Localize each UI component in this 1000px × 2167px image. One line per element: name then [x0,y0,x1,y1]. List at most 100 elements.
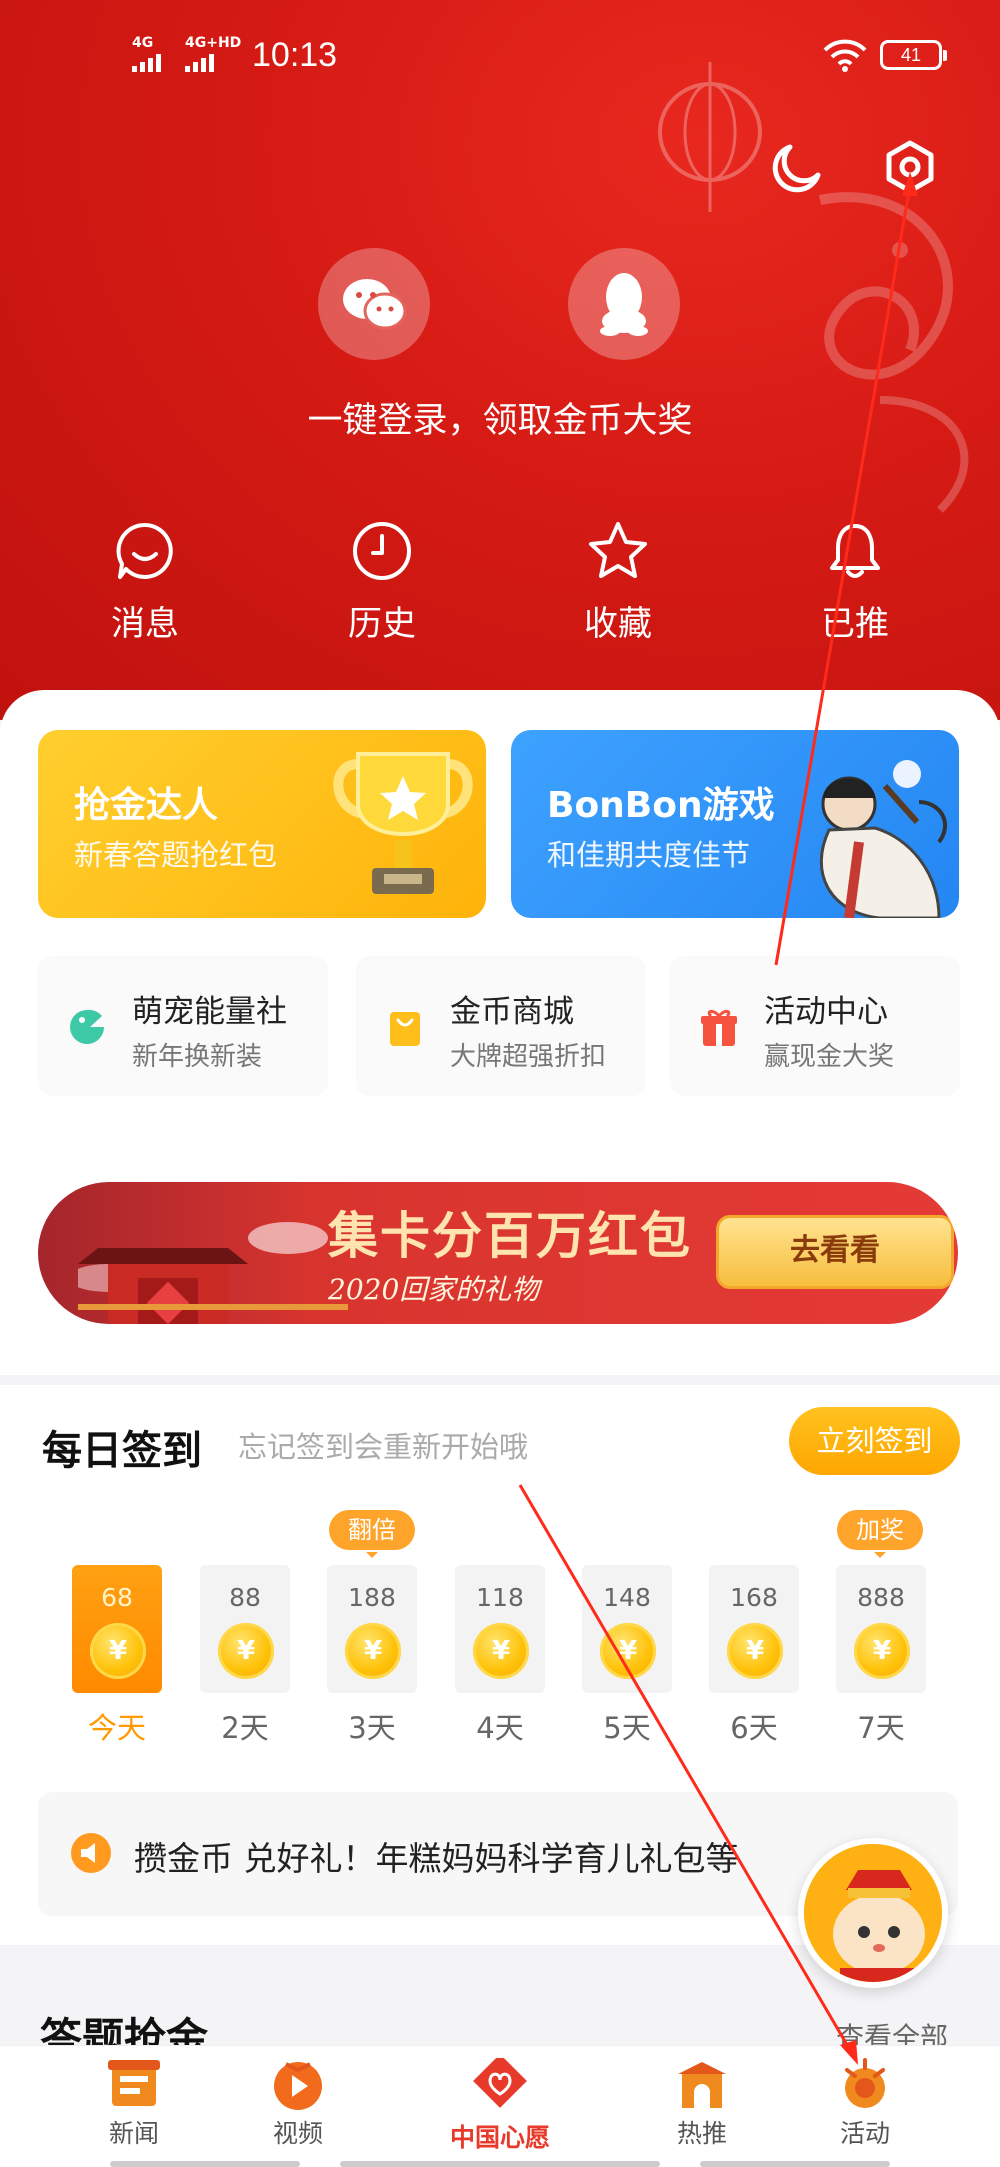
quick-link-messages[interactable]: 消息 [65,520,225,645]
card-banner-button[interactable]: 去看看 [716,1215,954,1289]
banner-title: 抢金达人 [74,785,219,826]
coin-icon: ¥ [90,1623,146,1679]
double-tag: 翻倍 [329,1510,415,1558]
coin-icon: ¥ [218,1623,274,1679]
login-prompt[interactable]: 一键登录，领取金币大奖 [0,392,1000,443]
tab-activity[interactable]: 活动 [795,2058,935,2150]
character-illustration [819,760,947,918]
signin-day-5[interactable]: 148 ¥ [582,1565,672,1693]
qq-login-button[interactable] [568,248,680,360]
wechat-login-button[interactable] [318,248,430,360]
signin-day-6[interactable]: 168 ¥ [709,1565,799,1693]
tab-label: 视频 [272,2119,323,2148]
temple-illustration [78,1222,348,1324]
quick-link-label: 已推 [821,604,889,644]
mini-entry-subtitle: 大牌超强折扣 [450,1042,607,1072]
quick-link-label: 消息 [111,604,179,644]
signin-day-1[interactable]: 68 ¥ [72,1565,162,1693]
signin-subtitle: 忘记签到会重新开始哦 [238,1430,529,1464]
quick-link-favorites[interactable]: 收藏 [538,520,698,645]
day-amount: 118 [476,1583,524,1612]
bonus-tag: 加奖 [837,1510,923,1558]
mini-entry-pet-club[interactable]: 萌宠能量社 新年换新装 [38,956,328,1096]
mini-entry-title: 金币商城 [450,994,574,1030]
gate-icon [678,2062,726,2108]
quick-link-pushed[interactable]: 已推 [775,520,935,645]
quick-link-history[interactable]: 历史 [302,520,462,645]
mini-entry-title: 活动中心 [764,994,888,1030]
card-collection-banner[interactable]: 集卡分百万红包 2020回家的礼物 去看看 [38,1182,958,1324]
rat-decoration [819,192,969,513]
day-amount: 68 [101,1583,133,1612]
day-amount: 188 [348,1583,396,1612]
mini-entry-subtitle: 赢现金大奖 [764,1042,895,1072]
news-icon [108,2060,160,2106]
tab-label: 活动 [839,2119,890,2148]
day-label: 6天 [730,1711,778,1745]
signin-title: 每日签到 [42,1428,202,1474]
coin-icon: ¥ [473,1623,529,1679]
banner-subtitle: 和佳期共度佳节 [547,838,751,872]
tab-news[interactable]: 新闻 [64,2058,204,2150]
signal-icon [132,54,161,72]
wifi-icon [823,39,867,72]
gift-icon [701,1009,737,1046]
coin-icon: ¥ [854,1623,910,1679]
signin-day-3[interactable]: 188 ¥ [327,1565,417,1693]
wechat-icon [343,279,407,330]
coin-icon: ¥ [600,1623,656,1679]
signin-day-2[interactable]: 88 ¥ [200,1565,290,1693]
battery-icon: 41 [880,40,947,70]
day-label: 5天 [603,1711,651,1745]
quick-link-label: 历史 [348,604,416,644]
tab-china-wish[interactable]: 中国心愿 [430,2058,570,2154]
day-amount: 88 [229,1583,261,1612]
day-label: 2天 [221,1711,269,1745]
battery-level: 41 [900,45,922,65]
mascot-float-button[interactable] [798,1838,948,1988]
activity-icon [845,2058,885,2108]
clock-icon [353,522,411,580]
mini-entry-title: 萌宠能量社 [132,994,287,1030]
banner-subtitle: 新春答题抢红包 [74,838,278,872]
signal-icon-2 [185,54,214,72]
signin-day-4[interactable]: 118 ¥ [455,1565,545,1693]
day-label: 7天 [857,1711,905,1745]
banner-bonbon-game[interactable]: BonBon游戏 和佳期共度佳节 [511,730,959,918]
tab-video[interactable]: 视频 [228,2058,368,2150]
gear-icon[interactable] [880,137,940,197]
banner-quiz-master[interactable]: 抢金达人 新春答题抢红包 [38,730,486,918]
tab-label: 中国心愿 [449,2123,550,2152]
bell-icon [830,524,880,578]
day-label: 今天 [87,1711,146,1745]
quick-link-label: 收藏 [584,604,652,644]
network-indicator: 4G [132,35,154,51]
pet-icon [70,1009,104,1044]
coin-icon: ¥ [727,1623,783,1679]
status-bar: 4G 4G+HD 10:13 41 [0,22,1000,92]
speaker-icon [71,1833,111,1873]
qq-icon [600,273,648,336]
moon-icon[interactable] [768,137,828,197]
video-icon [274,2062,322,2110]
notice-text: 攒金币 兑好礼！年糕妈妈科学育儿礼包等 [134,1839,739,1878]
signin-button[interactable]: 立刻签到 [789,1407,960,1475]
trophy-icon [333,752,473,894]
card-banner-subtitle: 2020回家的礼物 [328,1273,540,1306]
day-label: 4天 [476,1711,524,1745]
day-amount: 888 [857,1583,905,1612]
tab-hot[interactable]: 热推 [632,2058,772,2150]
mini-entry-subtitle: 新年换新装 [132,1042,263,1072]
mini-entry-coin-mall[interactable]: 金币商城 大牌超强折扣 [356,956,646,1096]
day-label: 3天 [348,1711,396,1745]
gesture-bar [340,2161,660,2167]
signin-day-7[interactable]: 888 ¥ [836,1565,926,1693]
banner-title: BonBon游戏 [547,785,775,826]
day-amount: 168 [730,1583,778,1612]
shopping-bag-icon [390,1012,420,1046]
cat-mascot-icon [804,1844,942,1982]
mini-entry-activity-center[interactable]: 活动中心 赢现金大奖 [670,956,960,1096]
network-indicator-2: 4G+HD [185,35,242,51]
message-icon [116,522,173,579]
card-banner-title: 集卡分百万红包 [328,1206,692,1265]
